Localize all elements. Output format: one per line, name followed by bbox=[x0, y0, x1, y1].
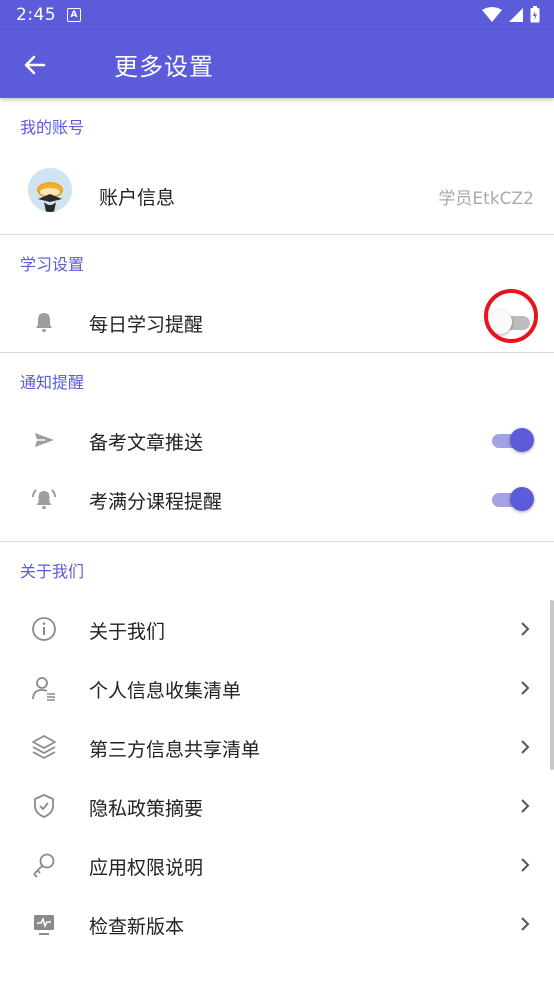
person-list-icon bbox=[32, 677, 55, 701]
info-icon bbox=[32, 617, 56, 641]
article-push-label: 备考文章推送 bbox=[89, 432, 204, 454]
account-username: 学员EtkCZ2 bbox=[438, 189, 534, 209]
app-permissions-label: 应用权限说明 bbox=[89, 857, 204, 879]
app-bar: 更多设置 bbox=[0, 30, 554, 98]
page-title: 更多设置 bbox=[114, 53, 214, 81]
settings-list: 我的账号 账户信息 学员EtkCZ2 学习设置 每日学习提醒 通知提醒 备考文章… bbox=[0, 98, 554, 954]
course-reminder-label: 考满分课程提醒 bbox=[89, 491, 223, 513]
article-push-row: 备考文章推送 bbox=[0, 411, 554, 470]
account-info-row[interactable]: 账户信息 学员EtkCZ2 bbox=[0, 156, 554, 234]
chevron-right-icon bbox=[521, 858, 530, 872]
bell-icon bbox=[36, 313, 52, 332]
arrow-back-icon bbox=[24, 55, 46, 75]
third-party-share-row[interactable]: 第三方信息共享清单 bbox=[0, 718, 554, 777]
personal-info-list-label: 个人信息收集清单 bbox=[89, 680, 242, 702]
check-update-row[interactable]: 检查新版本 bbox=[0, 895, 554, 954]
alarm-bell-icon bbox=[32, 489, 56, 509]
shield-check-icon bbox=[34, 794, 54, 818]
section-header-notify: 通知提醒 bbox=[20, 373, 85, 392]
about-us-row[interactable]: 关于我们 bbox=[0, 600, 554, 659]
toggle-thumb bbox=[488, 310, 512, 334]
daily-study-reminder-row: 每日学习提醒 bbox=[0, 289, 554, 352]
section-header-account: 我的账号 bbox=[20, 118, 85, 137]
scrollbar[interactable] bbox=[550, 600, 554, 770]
section-header-study: 学习设置 bbox=[20, 255, 85, 274]
toggle-thumb bbox=[510, 487, 534, 511]
personal-info-list-row[interactable]: 个人信息收集清单 bbox=[0, 659, 554, 718]
avatar bbox=[28, 168, 72, 212]
daily-study-reminder-toggle[interactable] bbox=[488, 309, 534, 335]
account-info-label: 账户信息 bbox=[99, 187, 176, 209]
chevron-right-icon bbox=[521, 799, 530, 813]
status-icons bbox=[482, 6, 540, 23]
battery-icon bbox=[530, 6, 540, 23]
chevron-right-icon bbox=[521, 917, 530, 931]
about-us-label: 关于我们 bbox=[89, 621, 166, 643]
status-time: 2:45 bbox=[16, 5, 57, 25]
toggle-thumb bbox=[510, 428, 534, 452]
key-icon bbox=[33, 853, 55, 878]
privacy-summary-row[interactable]: 隐私政策摘要 bbox=[0, 777, 554, 836]
course-reminder-row: 考满分课程提醒 bbox=[0, 470, 554, 529]
chevron-right-icon bbox=[521, 681, 530, 695]
chevron-right-icon bbox=[521, 740, 530, 754]
send-icon bbox=[35, 433, 54, 447]
notification-a-icon: A bbox=[67, 8, 81, 22]
cell-signal-icon bbox=[509, 7, 523, 22]
course-reminder-toggle[interactable] bbox=[488, 486, 534, 512]
monitor-pulse-icon bbox=[34, 915, 54, 935]
layers-icon bbox=[32, 735, 56, 759]
privacy-summary-label: 隐私政策摘要 bbox=[89, 798, 204, 820]
third-party-share-label: 第三方信息共享清单 bbox=[89, 739, 261, 761]
status-bar: 2:45 A bbox=[0, 0, 554, 30]
chevron-right-icon bbox=[521, 622, 530, 636]
wifi-icon bbox=[482, 6, 502, 22]
app-permissions-row[interactable]: 应用权限说明 bbox=[0, 836, 554, 895]
article-push-toggle[interactable] bbox=[488, 427, 534, 453]
section-header-about: 关于我们 bbox=[20, 562, 85, 581]
check-update-label: 检查新版本 bbox=[89, 916, 185, 938]
daily-study-reminder-label: 每日学习提醒 bbox=[89, 314, 204, 336]
back-button[interactable] bbox=[18, 48, 52, 82]
